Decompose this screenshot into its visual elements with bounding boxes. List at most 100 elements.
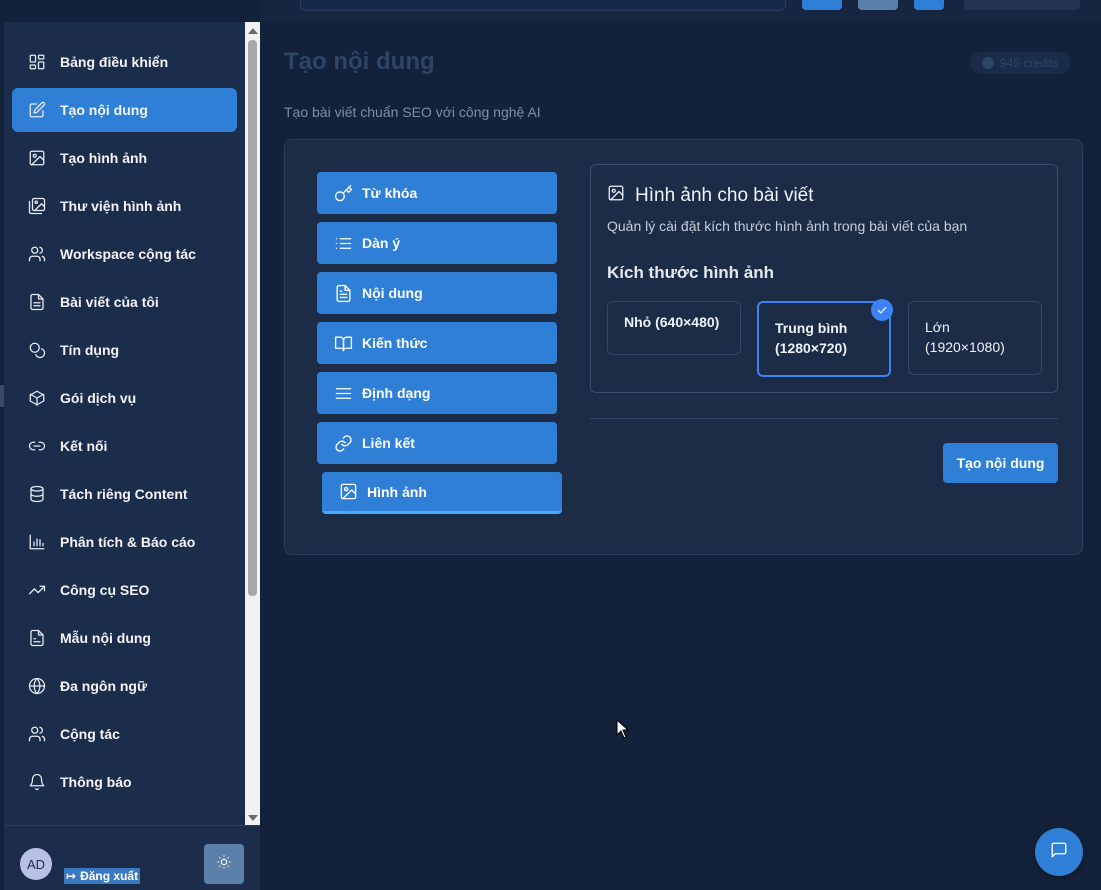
- sidebar-item-label: Đa ngôn ngữ: [60, 678, 148, 694]
- step-label: Từ khóa: [362, 185, 418, 201]
- step-outline[interactable]: Dàn ý: [317, 222, 557, 264]
- image-icon: [607, 184, 625, 208]
- sidebar-scrollbar[interactable]: [245, 22, 260, 825]
- link-icon: [28, 437, 46, 455]
- sidebar-item-workspace[interactable]: Workspace cộng tác: [12, 232, 237, 276]
- image-size-heading: Kích thước hình ảnh: [607, 263, 775, 282]
- chat-button[interactable]: [1035, 828, 1083, 876]
- sidebar-footer: AD ↦ Đăng xuất: [4, 825, 260, 890]
- step-knowledge[interactable]: Kiến thức: [317, 322, 557, 364]
- sidebar-item-plans[interactable]: Gói dịch vụ: [12, 376, 237, 420]
- sidebar-item-label: Gói dịch vụ: [60, 390, 137, 406]
- image-icon: [338, 482, 358, 502]
- sidebar-item-credits[interactable]: Tín dụng: [12, 328, 237, 372]
- globe-icon: [28, 677, 46, 695]
- top-button-3[interactable]: [914, 0, 944, 10]
- panel-title: Hình ảnh cho bài viết: [607, 184, 814, 208]
- top-button-4[interactable]: [964, 0, 1080, 10]
- avatar[interactable]: AD: [20, 848, 52, 880]
- sidebar-item-label: Phân tích & Báo cáo: [60, 534, 196, 550]
- scroll-thumb[interactable]: [248, 40, 257, 596]
- sidebar-item-label: Kết nối: [60, 438, 108, 454]
- page-title: Tạo nội dung: [284, 48, 435, 75]
- sidebar-item-analytics[interactable]: Phân tích & Báo cáo: [12, 520, 237, 564]
- size-option-label: Trung bình: [775, 320, 848, 336]
- logout-label: Đăng xuất: [80, 869, 139, 883]
- sidebar-item-label: Thông báo: [60, 774, 132, 790]
- wizard-steps: Từ khóa Dàn ý Nội dung Kiến thức Định dạ…: [317, 172, 563, 522]
- sidebar-item-notifications[interactable]: Thông báo: [12, 760, 237, 804]
- sidebar-item-label: Bảng điều khiển: [60, 54, 169, 70]
- list-icon: [333, 233, 353, 253]
- image-library-icon: [28, 197, 46, 215]
- sidebar-item-separate-content[interactable]: Tách riêng Content: [12, 472, 237, 516]
- chat-icon: [1050, 841, 1068, 864]
- book-icon: [333, 333, 353, 353]
- content-wizard-card: Từ khóa Dàn ý Nội dung Kiến thức Định dạ…: [284, 139, 1083, 555]
- trending-up-icon: [28, 581, 46, 599]
- panel-description: Quản lý cài đặt kích thước hình ảnh tron…: [607, 218, 968, 234]
- step-keyword[interactable]: Từ khóa: [317, 172, 557, 214]
- mouse-cursor-icon: [616, 719, 630, 739]
- sidebar-item-label: Workspace cộng tác: [60, 246, 196, 262]
- sidebar-item-label: Cộng tác: [60, 726, 120, 742]
- file-text-icon: [333, 283, 353, 303]
- step-label: Nội dung: [362, 285, 423, 301]
- sidebar-item-label: Công cụ SEO: [60, 582, 150, 598]
- size-option-label: Lớn: [925, 319, 950, 335]
- sidebar-nav: Bảng điều khiển Tạo nội dung Tạo hình ản…: [12, 40, 237, 808]
- size-option-small[interactable]: Nhỏ (640×480): [607, 301, 741, 355]
- step-label: Liên kết: [362, 435, 415, 451]
- step-label: Hình ảnh: [367, 483, 427, 500]
- top-button-2[interactable]: [858, 0, 898, 10]
- step-images[interactable]: Hình ảnh: [322, 472, 562, 514]
- sidebar-item-templates[interactable]: Mẫu nội dung: [12, 616, 237, 660]
- users-icon: [28, 725, 46, 743]
- theme-toggle-button[interactable]: [204, 844, 244, 884]
- sidebar-item-my-articles[interactable]: Bài viết của tôi: [12, 280, 237, 324]
- sidebar-item-label: Tạo hình ảnh: [60, 150, 148, 166]
- check-icon: [871, 299, 893, 321]
- step-label: Kiến thức: [362, 335, 428, 351]
- database-icon: [28, 485, 46, 503]
- page-subtitle: Tạo bài viết chuẩn SEO với công nghệ AI: [284, 104, 541, 120]
- step-content[interactable]: Nội dung: [317, 272, 557, 314]
- credits-badge: 945 credits: [970, 52, 1071, 74]
- template-icon: [28, 629, 46, 647]
- sidebar-item-create-content[interactable]: Tạo nội dung: [12, 88, 237, 132]
- coins-icon: [28, 341, 46, 359]
- sidebar-item-seo-tools[interactable]: Công cụ SEO: [12, 568, 237, 612]
- scroll-down-arrow-icon[interactable]: [248, 815, 258, 821]
- package-icon: [28, 389, 46, 407]
- sidebar-item-connect[interactable]: Kết nối: [12, 424, 237, 468]
- sidebar-item-image-library[interactable]: Thư viện hình ảnh: [12, 184, 237, 228]
- sidebar-item-multilingual[interactable]: Đa ngôn ngữ: [12, 664, 237, 708]
- panel-title-text: Hình ảnh cho bài viết: [635, 185, 814, 206]
- align-icon: [333, 383, 353, 403]
- sidebar: Bảng điều khiển Tạo nội dung Tạo hình ản…: [4, 22, 260, 890]
- size-option-label: Nhỏ (640×480): [624, 314, 720, 330]
- sun-icon: [216, 854, 232, 875]
- top-button-1[interactable]: [802, 0, 842, 10]
- top-search-input[interactable]: [300, 0, 786, 11]
- divider: [590, 418, 1058, 419]
- key-icon: [333, 183, 353, 203]
- sidebar-item-label: Bài viết của tôi: [60, 294, 159, 310]
- size-option-dimensions: (1920×1080): [925, 339, 1005, 355]
- logout-button[interactable]: ↦ Đăng xuất: [64, 868, 141, 884]
- step-format[interactable]: Định dạng: [317, 372, 557, 414]
- sidebar-item-collaborate[interactable]: Cộng tác: [12, 712, 237, 756]
- sidebar-item-dashboard[interactable]: Bảng điều khiển: [12, 40, 237, 84]
- scroll-up-arrow-icon[interactable]: [248, 28, 258, 34]
- bar-chart-icon: [28, 533, 46, 551]
- sidebar-item-create-image[interactable]: Tạo hình ảnh: [12, 136, 237, 180]
- sidebar-item-label: Thư viện hình ảnh: [60, 198, 182, 214]
- image-icon: [28, 149, 46, 167]
- size-option-large[interactable]: Lớn (1920×1080): [908, 301, 1042, 375]
- bell-icon: [28, 773, 46, 791]
- create-content-button[interactable]: Tạo nội dung: [943, 443, 1058, 483]
- sidebar-item-label: Tách riêng Content: [60, 486, 188, 502]
- step-links[interactable]: Liên kết: [317, 422, 557, 464]
- dashboard-icon: [28, 53, 46, 71]
- sidebar-item-label: Mẫu nội dung: [60, 630, 151, 646]
